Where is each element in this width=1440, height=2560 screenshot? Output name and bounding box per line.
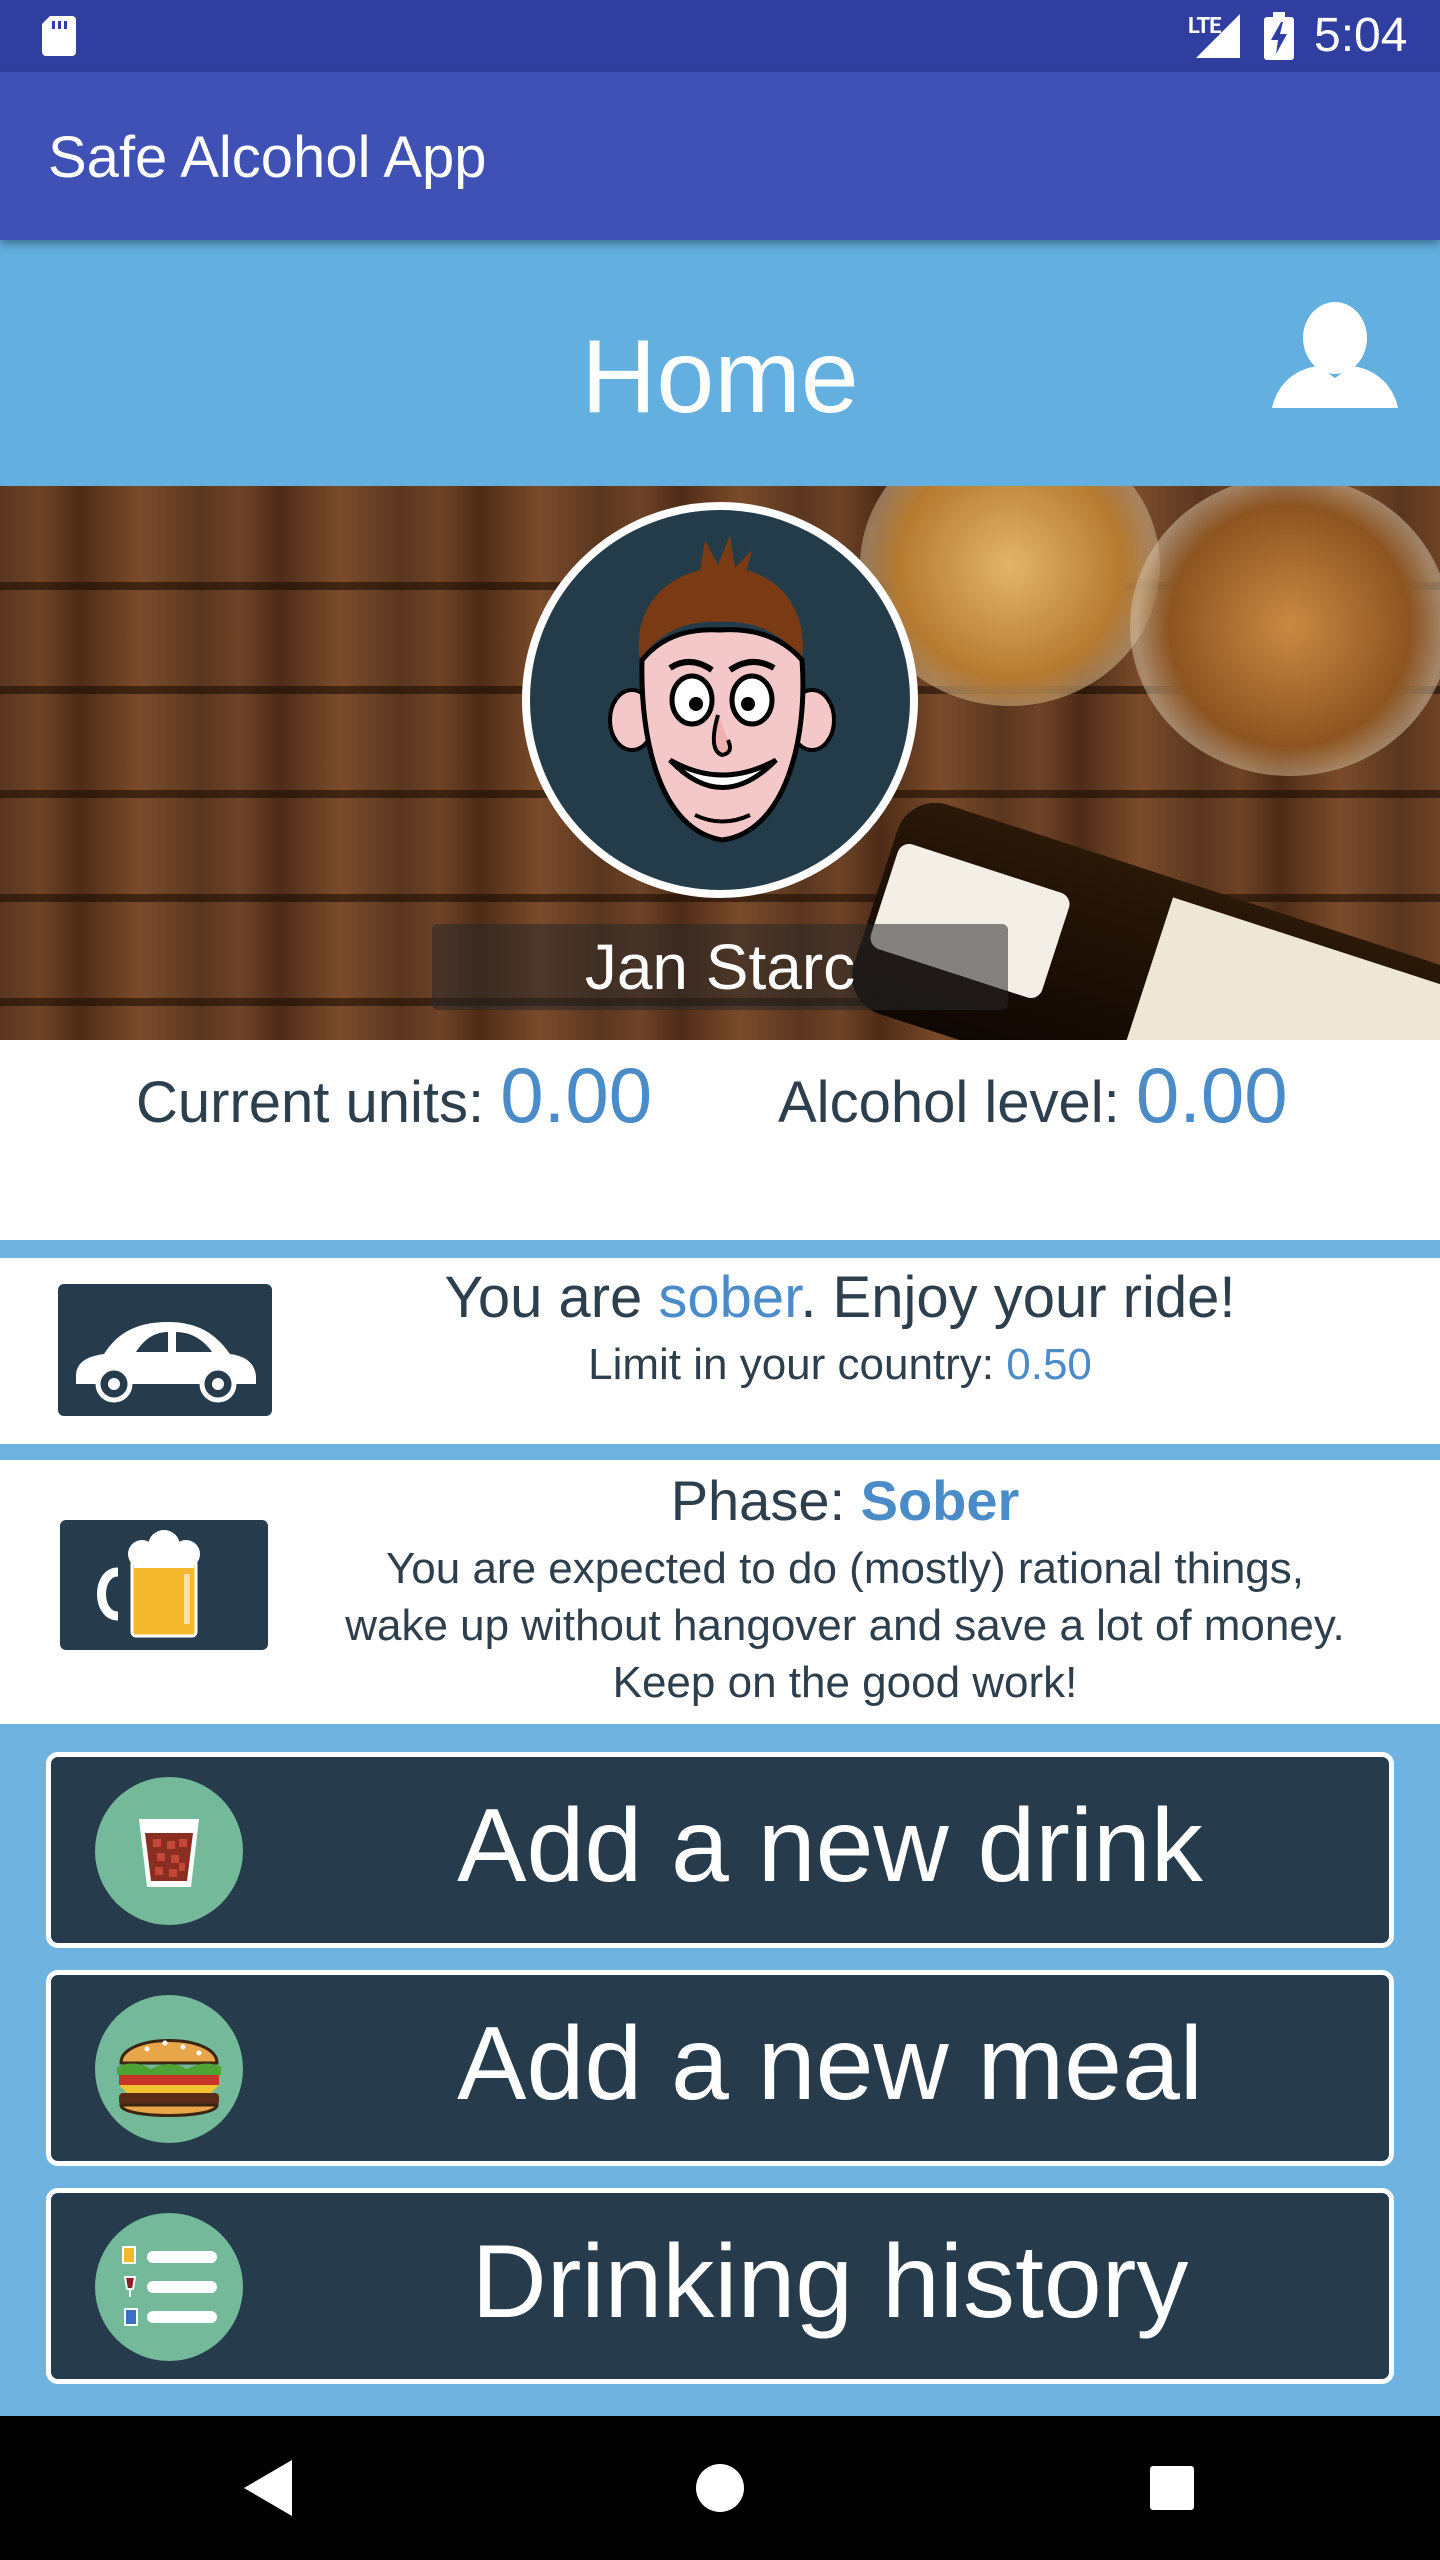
history-list-icon — [122, 2246, 217, 2326]
phase-panel: Phase: Sober You are expected to do (mos… — [0, 1460, 1440, 1724]
divider — [0, 1240, 1440, 1252]
add-meal-button[interactable]: Add a new meal — [46, 1970, 1394, 2166]
phase-name: Sober — [860, 1469, 1020, 1532]
app-title: Safe Alcohol App — [48, 125, 487, 190]
limit-value: 0.50 — [1006, 1340, 1092, 1389]
drive-status-text: You are sober. Enjoy your ride! — [300, 1264, 1380, 1331]
alcohol-level-stat: Alcohol level: 0.00 — [778, 1050, 1288, 1141]
battery-charging-icon — [1264, 12, 1294, 60]
drive-limit-text: Limit in your country: 0.50 — [300, 1340, 1380, 1390]
name-plate: Jan Starc — [432, 924, 1008, 1010]
drive-prefix: You are — [444, 1265, 659, 1330]
drink-icon-circle — [95, 1777, 243, 1925]
whiskey-glass-image — [1130, 486, 1440, 776]
app-bar: Safe Alcohol App — [0, 72, 1440, 240]
home-header: Home — [0, 240, 1440, 486]
system-nav-bar — [0, 2416, 1440, 2560]
recents-icon[interactable] — [1150, 2466, 1194, 2510]
home-icon[interactable] — [696, 2464, 744, 2512]
avatar[interactable] — [522, 502, 918, 898]
user-name: Jan Starc — [584, 931, 856, 1003]
signal-icon — [1196, 14, 1240, 58]
clock: 5:04 — [1314, 9, 1408, 62]
add-drink-button[interactable]: Add a new drink — [46, 1752, 1394, 1948]
phase-title: Phase: Sober — [300, 1468, 1390, 1533]
add-meal-label: Add a new meal — [457, 2006, 1203, 2122]
history-icon-circle — [95, 2213, 243, 2361]
current-units-value: 0.00 — [500, 1051, 653, 1139]
limit-label: Limit in your country: — [588, 1340, 1007, 1389]
phase-description-line: wake up without hangover and save a lot … — [345, 1601, 1345, 1650]
profile-icon[interactable] — [1270, 300, 1400, 410]
current-units-label: Current units: — [136, 1070, 501, 1135]
cartoon-face-avatar — [608, 535, 836, 843]
status-bar: LTE 5:04 — [0, 0, 1440, 72]
drinking-history-button[interactable]: Drinking history — [46, 2188, 1394, 2384]
drive-suffix: . Enjoy your ride! — [800, 1265, 1236, 1330]
car-icon-box — [58, 1284, 272, 1416]
alcohol-level-value: 0.00 — [1135, 1051, 1288, 1139]
page-title: Home — [581, 319, 859, 435]
phase-description-line: You are expected to do (mostly) rational… — [385, 1544, 1304, 1593]
drive-state: sober — [658, 1265, 801, 1330]
add-drink-label: Add a new drink — [457, 1788, 1203, 1904]
phase-description: You are expected to do (mostly) rational… — [290, 1540, 1400, 1711]
meal-icon-circle — [95, 1995, 243, 2143]
beer-mug-icon — [97, 1530, 200, 1638]
drinking-history-label: Drinking history — [471, 2224, 1189, 2340]
divider — [0, 1446, 1440, 1458]
car-icon — [76, 1322, 256, 1403]
back-icon[interactable] — [244, 2460, 292, 2516]
sd-card-icon — [42, 16, 76, 56]
phase-label: Phase: — [670, 1469, 861, 1532]
drive-status-panel: You are sober. Enjoy your ride! Limit in… — [0, 1258, 1440, 1444]
alcohol-level-label: Alcohol level: — [778, 1070, 1136, 1135]
burger-icon — [117, 2039, 221, 2117]
beer-icon-box — [60, 1520, 268, 1650]
drink-glass-icon — [139, 1819, 199, 1887]
current-units-stat: Current units: 0.00 — [136, 1050, 652, 1141]
phase-description-line: Keep on the good work! — [612, 1658, 1078, 1707]
stats-panel: Current units: 0.00 Alcohol level: 0.00 — [0, 1040, 1440, 1240]
